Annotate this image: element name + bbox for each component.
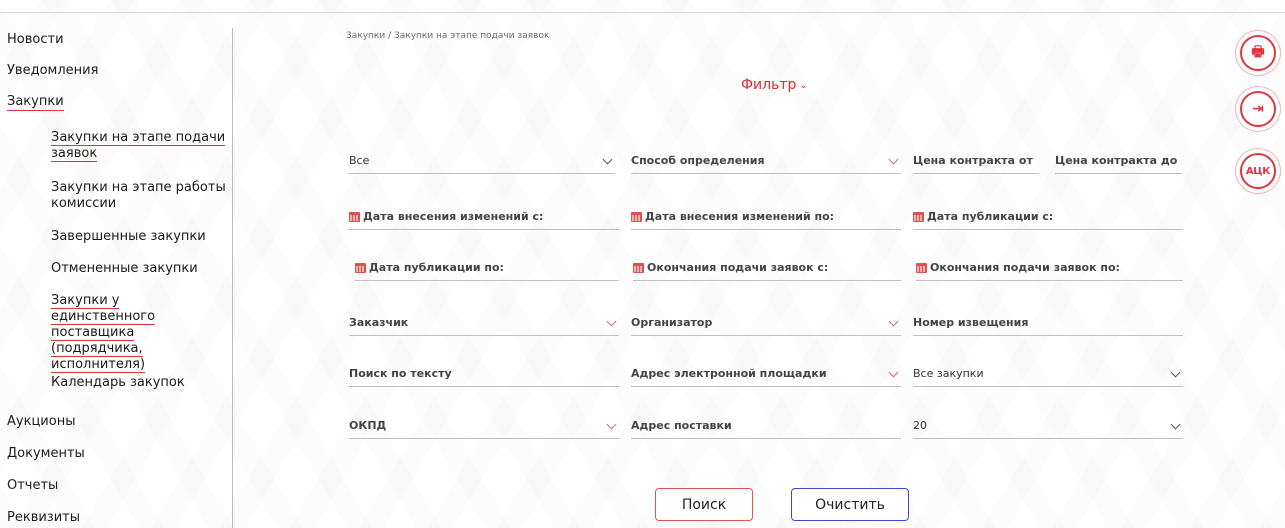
chevron-down-icon [1170, 419, 1181, 430]
chevron-down-icon [602, 154, 613, 165]
sidebar-subitem-application-stage[interactable]: Закупки на этапе подачи заявок [51, 130, 226, 162]
customer-label: Заказчик [349, 316, 409, 329]
purchase-type-value: Все закупки [913, 367, 984, 380]
calendar-icon[interactable] [633, 262, 644, 273]
change-date-from-input[interactable]: Дата внесения изменений с: [349, 204, 619, 230]
deadline-from-input[interactable]: Окончания подачи заявок с: [633, 255, 901, 281]
sidebar: Новости Уведомления Закупки Закупки на э… [0, 20, 232, 528]
sidebar-subitem-label: Отмененные закупки [51, 261, 198, 276]
chevron-down-icon [1170, 367, 1181, 378]
clear-button[interactable]: Очистить [791, 488, 909, 521]
notice-number-input[interactable]: Номер извещения [913, 310, 1183, 336]
notice-number-placeholder: Номер извещения [913, 316, 1029, 329]
change-date-to-placeholder: Дата внесения изменений по: [645, 210, 835, 223]
sidebar-subitem-label: Завершенные закупки [51, 229, 206, 244]
calendar-icon[interactable] [916, 262, 927, 273]
atsk-logo-text: АЦК [1245, 165, 1271, 177]
method-select[interactable]: Способ определения [631, 148, 901, 174]
platform-address-select[interactable]: Адрес электронной площадки [631, 361, 901, 387]
chevron-down-icon [606, 316, 617, 327]
deadline-to-input[interactable]: Окончания подачи заявок по: [916, 255, 1183, 281]
top-divider [0, 12, 1285, 13]
change-date-to-input[interactable]: Дата внесения изменений по: [631, 204, 901, 230]
deadline-to-placeholder: Окончания подачи заявок по: [930, 261, 1120, 274]
pub-date-to-input[interactable]: Дата публикации по: [355, 255, 619, 281]
sidebar-subitem-completed[interactable]: Завершенные закупки [51, 229, 226, 245]
sidebar-item-auctions[interactable]: Аукционы [7, 414, 75, 429]
calendar-icon[interactable] [355, 262, 366, 273]
page-size-value: 20 [913, 419, 927, 432]
deadline-from-placeholder: Окончания подачи заявок с: [647, 261, 829, 274]
sidebar-item-purchases[interactable]: Закупки [7, 94, 64, 111]
calendar-icon[interactable] [913, 211, 924, 222]
sidebar-item-reports[interactable]: Отчеты [7, 478, 58, 493]
pub-date-to-placeholder: Дата публикации по: [369, 261, 504, 274]
method-label: Способ определения [631, 154, 765, 167]
text-search-placeholder: Поиск по тексту [349, 367, 452, 380]
filter-title: Фильтр [741, 77, 797, 93]
sidebar-subitem-commission-stage[interactable]: Закупки на этапе работы комиссии [51, 180, 226, 212]
breadcrumb: Закупки / Закупки на этапе подачи заявок [346, 31, 550, 41]
okpd-label: ОКПД [349, 419, 387, 432]
purchase-status-value: Все [349, 154, 370, 167]
sidebar-item-news[interactable]: Новости [7, 32, 64, 47]
pub-date-from-placeholder: Дата публикации с: [927, 210, 1054, 223]
sidebar-subitem-label: Закупки на этапе работы комиссии [51, 180, 226, 211]
platform-address-label: Адрес электронной площадки [631, 367, 827, 380]
pub-date-from-input[interactable]: Дата публикации с: [913, 204, 1183, 230]
price-to-input[interactable]: Цена контракта до [1055, 148, 1182, 174]
delivery-address-placeholder: Адрес поставки [631, 419, 732, 432]
price-from-input[interactable]: Цена контракта от [913, 148, 1039, 174]
sidebar-item-requisites[interactable]: Реквизиты [7, 510, 80, 525]
purchase-status-select[interactable]: Все [349, 148, 615, 174]
customer-select[interactable]: Заказчик [349, 310, 619, 336]
print-round-button[interactable]: 🖶 [1236, 31, 1280, 75]
sidebar-divider [232, 28, 233, 528]
calendar-icon[interactable] [631, 211, 642, 222]
calendar-icon[interactable] [349, 211, 360, 222]
chevron-down-icon: ⌄ [799, 80, 808, 91]
login-round-button[interactable]: ⇥ [1236, 87, 1280, 131]
price-to-placeholder: Цена контракта до [1055, 154, 1178, 167]
change-date-from-placeholder: Дата внесения изменений с: [363, 210, 544, 223]
sidebar-item-notifications[interactable]: Уведомления [7, 63, 98, 78]
filter-toggle[interactable]: Фильтр ⌄ [741, 77, 808, 93]
organizer-select[interactable]: Организатор [631, 310, 901, 336]
chevron-down-icon [888, 154, 899, 165]
sidebar-subitem-single-supplier[interactable]: Закупки у единственного поставщика (подр… [51, 293, 226, 373]
organizer-label: Организатор [631, 316, 713, 329]
login-icon: ⇥ [1252, 101, 1264, 117]
purchase-type-select[interactable]: Все закупки [913, 361, 1183, 387]
sidebar-item-documents[interactable]: Документы [7, 446, 85, 461]
delivery-address-input[interactable]: Адрес поставки [631, 413, 901, 439]
chevron-down-icon [888, 367, 899, 378]
sidebar-subitem-label: Календарь закупок [51, 375, 185, 390]
chevron-down-icon [606, 419, 617, 430]
search-button[interactable]: Поиск [655, 488, 753, 521]
page-size-select[interactable]: 20 [913, 413, 1183, 439]
printer-icon: 🖶 [1251, 44, 1265, 60]
price-from-placeholder: Цена контракта от [913, 154, 1033, 167]
sidebar-subitem-label: Закупки на этапе подачи заявок [51, 130, 226, 162]
text-search-input[interactable]: Поиск по тексту [349, 361, 619, 387]
atsk-round-button[interactable]: АЦК [1236, 149, 1280, 193]
sidebar-subitem-calendar[interactable]: Календарь закупок [51, 375, 226, 391]
sidebar-subitem-label: Закупки у единственного поставщика (подр… [51, 293, 156, 373]
okpd-select[interactable]: ОКПД [349, 413, 619, 439]
sidebar-subitem-cancelled[interactable]: Отмененные закупки [51, 261, 226, 277]
chevron-down-icon [888, 316, 899, 327]
